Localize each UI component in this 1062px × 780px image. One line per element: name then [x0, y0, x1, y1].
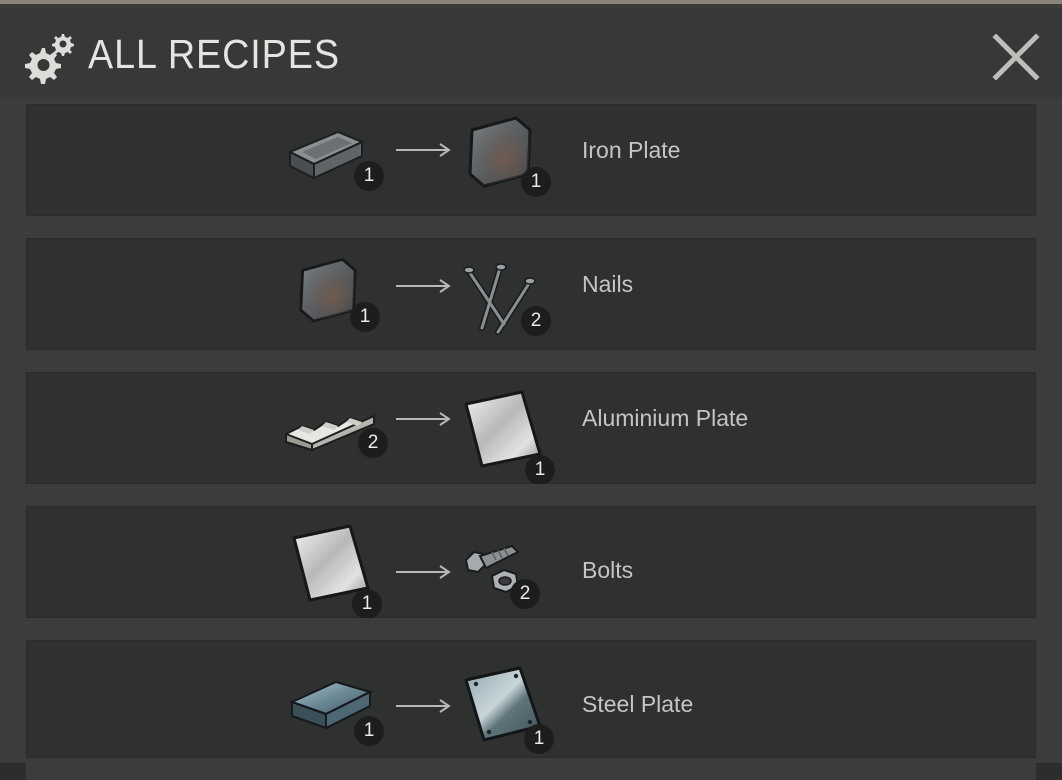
arrow-right-icon: [396, 412, 451, 426]
window-title: ALL RECIPES: [88, 31, 340, 77]
recipe-row-nails[interactable]: 1 2 Nails: [26, 238, 1036, 372]
recipe-name: Steel Plate: [582, 691, 694, 717]
recipe-row-aluminium-plate[interactable]: 2 1 Aluminium Plate: [26, 372, 1036, 506]
recipe-name: Iron Plate: [582, 137, 681, 163]
recipe-name: Bolts: [582, 557, 634, 583]
recipe-name: Nails: [582, 271, 634, 297]
input-count-badge: 2: [358, 428, 388, 458]
input-count-badge: 1: [354, 716, 384, 746]
recipes-window: ALL RECIPES 1 1 Iron Plate 1 2 Nails 2 1…: [0, 0, 1062, 780]
recipe-row-bolts[interactable]: 1 2 Bolts: [26, 506, 1036, 640]
output-count-badge: 1: [521, 167, 551, 197]
close-icon[interactable]: [990, 34, 1042, 80]
recipe-name: Aluminium Plate: [582, 405, 749, 431]
arrow-right-icon: [396, 699, 451, 713]
output-count-badge: 1: [525, 455, 555, 485]
gears-icon: [25, 34, 74, 84]
arrow-right-icon: [396, 279, 451, 293]
arrow-right-icon: [396, 565, 451, 579]
arrow-right-icon: [396, 143, 451, 157]
window-header: ALL RECIPES: [0, 8, 1062, 98]
input-count-badge: 1: [352, 589, 382, 619]
recipe-row-iron-plate[interactable]: 1 1 Iron Plate: [26, 104, 1036, 238]
input-count-badge: 1: [350, 302, 380, 332]
recipe-list: 1 1 Iron Plate 1 2 Nails 2 1 Aluminium P…: [26, 104, 1036, 780]
recipe-row-steel-plate[interactable]: 1 1 Steel Plate: [26, 640, 1036, 780]
output-count-badge: 2: [521, 306, 551, 336]
input-count-badge: 1: [354, 161, 384, 191]
output-count-badge: 2: [510, 579, 540, 609]
output-count-badge: 1: [524, 724, 554, 754]
